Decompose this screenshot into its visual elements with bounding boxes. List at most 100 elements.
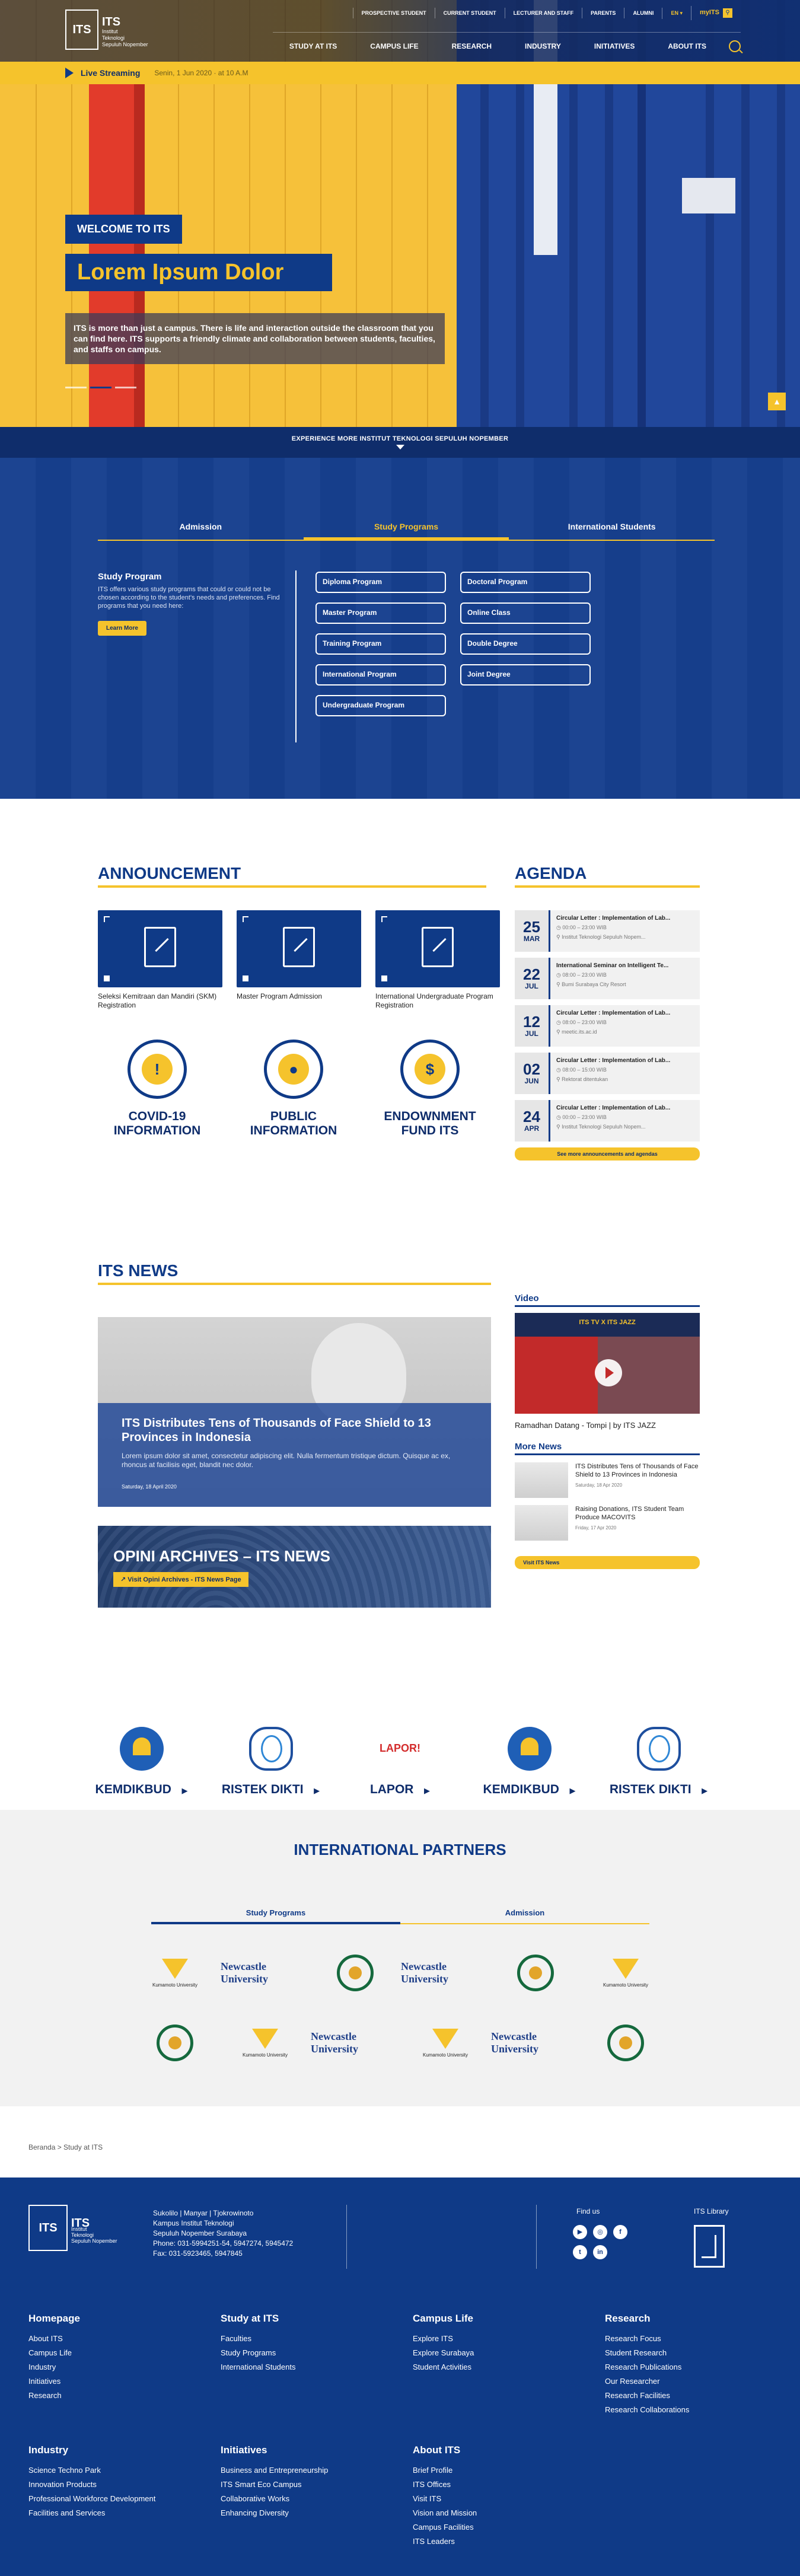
library-icon[interactable] bbox=[694, 2225, 725, 2268]
agenda-item[interactable]: 02 JUN Circular Letter : Implementation o… bbox=[515, 1053, 700, 1094]
footer-link[interactable]: Student Research bbox=[605, 2346, 797, 2360]
search-icon[interactable] bbox=[729, 40, 741, 52]
footer-link[interactable]: International Students bbox=[221, 2360, 413, 2374]
slider-dot[interactable] bbox=[65, 387, 87, 388]
link-ristekdikti[interactable]: RISTEK DIKTI bbox=[215, 1727, 327, 1810]
see-more-agenda-button[interactable]: See more announcements and agendas bbox=[515, 1147, 700, 1161]
kumamoto-logo[interactable]: Kumamoto University bbox=[581, 1952, 670, 1994]
play-icon[interactable] bbox=[595, 1359, 622, 1386]
footer-link[interactable]: Student Activities bbox=[413, 2360, 605, 2374]
agenda-item[interactable]: 12 JUL Circular Letter : Implementation o… bbox=[515, 1005, 700, 1047]
covid-info-link[interactable]: ! COVID-19 INFORMATION bbox=[104, 1040, 211, 1138]
tab-international-students[interactable]: International Students bbox=[509, 517, 715, 540]
footer-link[interactable]: ITS Smart Eco Campus bbox=[221, 2478, 413, 2492]
kumamoto-logo[interactable]: Kumamoto University bbox=[401, 2022, 490, 2064]
tab-admission[interactable]: Admission bbox=[98, 517, 304, 540]
video-player[interactable]: ITS TV X ITS JAZZ bbox=[515, 1313, 700, 1414]
footer-link[interactable]: Initiatives bbox=[28, 2374, 221, 2389]
public-info-link[interactable]: ● PUBLIC INFORMATION bbox=[240, 1040, 347, 1138]
util-link-parents[interactable]: PARENTS bbox=[582, 8, 624, 18]
program-double-degree[interactable]: Double Degree bbox=[460, 633, 591, 655]
more-news-item[interactable]: ITS Distributes Tens of Thousands of Fac… bbox=[515, 1462, 700, 1498]
link-ristekdikti[interactable]: RISTEK DIKTI bbox=[603, 1727, 715, 1810]
footer-link[interactable]: ITS Leaders bbox=[413, 2534, 605, 2549]
myits-link[interactable]: myITS ⚲ bbox=[690, 6, 741, 20]
footer-link[interactable]: Faculties bbox=[221, 2332, 413, 2346]
footer-link[interactable]: Campus Life bbox=[28, 2346, 221, 2360]
kumamoto-logo[interactable]: Kumamoto University bbox=[130, 1952, 219, 1994]
footer-link[interactable]: Explore ITS bbox=[413, 2332, 605, 2346]
breadcrumb[interactable]: Beranda > Study at ITS bbox=[0, 2106, 800, 2151]
nav-research[interactable]: RESEARCH bbox=[435, 39, 508, 54]
footer-link[interactable]: Business and Entrepreneurship bbox=[221, 2463, 413, 2478]
footer-link[interactable]: Science Techno Park bbox=[28, 2463, 221, 2478]
program-undergraduate[interactable]: Undergraduate Program bbox=[315, 695, 446, 716]
opini-visit-button[interactable]: ↗ Visit Opini Archives - ITS News Page bbox=[113, 1572, 248, 1587]
util-link-prospective[interactable]: PROSPECTIVE STUDENT bbox=[352, 8, 435, 18]
program-training[interactable]: Training Program bbox=[315, 633, 446, 655]
newcastle-logo[interactable]: Newcastle University bbox=[401, 1952, 490, 1994]
footer-link[interactable]: Professional Workforce Development bbox=[28, 2492, 221, 2506]
slider-dot[interactable] bbox=[115, 387, 136, 388]
program-doctoral[interactable]: Doctoral Program bbox=[460, 572, 591, 593]
link-kemdikbud[interactable]: KEMDIKBUD bbox=[85, 1727, 198, 1810]
featured-news-card[interactable]: ITS Distributes Tens of Thousands of Fac… bbox=[98, 1317, 491, 1507]
announcement-card[interactable]: International Undergraduate Program Regi… bbox=[375, 910, 500, 1010]
nav-about-its[interactable]: ABOUT ITS bbox=[651, 39, 723, 54]
footer-link[interactable]: Research bbox=[28, 2389, 221, 2403]
program-international[interactable]: International Program bbox=[315, 664, 446, 686]
footer-link[interactable]: Industry bbox=[28, 2360, 221, 2374]
footer-link[interactable]: Innovation Products bbox=[28, 2478, 221, 2492]
zamorano-logo[interactable] bbox=[581, 2022, 670, 2064]
footer-link[interactable]: Brief Profile bbox=[413, 2463, 605, 2478]
nav-initiatives[interactable]: INITIATIVES bbox=[578, 39, 651, 54]
footer-link[interactable]: Research Focus bbox=[605, 2332, 797, 2346]
link-kemdikbud[interactable]: KEMDIKBUD bbox=[473, 1727, 586, 1810]
footer-link[interactable]: Research Facilities bbox=[605, 2389, 797, 2403]
its-logo[interactable]: ITS bbox=[65, 9, 98, 50]
zamorano-logo[interactable] bbox=[311, 1952, 400, 1994]
slider-dot[interactable] bbox=[90, 387, 111, 388]
program-joint-degree[interactable]: Joint Degree bbox=[460, 664, 591, 686]
footer-link[interactable]: Facilities and Services bbox=[28, 2506, 221, 2520]
experience-more-bar[interactable]: EXPERIENCE MORE INSTITUT TEKNOLOGI SEPUL… bbox=[0, 427, 800, 458]
footer-link[interactable]: ITS Offices bbox=[413, 2478, 605, 2492]
announcement-card[interactable]: Seleksi Kemitraan dan Mandiri (SKM) Regi… bbox=[98, 910, 222, 1010]
linkedin-icon[interactable]: in bbox=[593, 2245, 607, 2259]
zamorano-logo[interactable] bbox=[491, 1952, 580, 1994]
announcement-card[interactable]: Master Program Admission bbox=[237, 910, 361, 1010]
util-link-alumni[interactable]: ALUMNI bbox=[624, 8, 662, 18]
zamorano-logo[interactable] bbox=[130, 2022, 219, 2064]
scroll-up-icon[interactable]: ▲ bbox=[768, 393, 786, 410]
newcastle-logo[interactable]: Newcastle University bbox=[311, 2022, 400, 2064]
footer-link[interactable]: Enhancing Diversity bbox=[221, 2506, 413, 2520]
util-link-current[interactable]: CURRENT STUDENT bbox=[434, 8, 505, 18]
link-lapor[interactable]: LAPOR bbox=[344, 1727, 457, 1810]
program-online-class[interactable]: Online Class bbox=[460, 602, 591, 624]
footer-link[interactable]: Campus Facilities bbox=[413, 2520, 605, 2534]
visit-its-news-button[interactable]: Visit ITS News bbox=[515, 1556, 700, 1569]
partners-tab-study-programs[interactable]: Study Programs bbox=[151, 1904, 400, 1924]
footer-logo[interactable]: ITS bbox=[28, 2205, 68, 2251]
newcastle-logo[interactable]: Newcastle University bbox=[491, 2022, 580, 2064]
youtube-icon[interactable]: ▶ bbox=[573, 2225, 587, 2239]
endowment-fund-link[interactable]: $ ENDOWNMENT FUND ITS bbox=[377, 1040, 483, 1138]
footer-link[interactable]: Visit ITS bbox=[413, 2492, 605, 2506]
more-news-item[interactable]: Raising Donations, ITS Student Team Prod… bbox=[515, 1505, 700, 1541]
footer-link[interactable]: Study Programs bbox=[221, 2346, 413, 2360]
agenda-item[interactable]: 22 JUL International Seminar on Intellige… bbox=[515, 958, 700, 999]
nav-campus-life[interactable]: CAMPUS LIFE bbox=[353, 39, 435, 54]
footer-link[interactable]: Research Collaborations bbox=[605, 2403, 797, 2417]
instagram-icon[interactable]: ◎ bbox=[593, 2225, 607, 2239]
partners-tab-admission[interactable]: Admission bbox=[400, 1904, 649, 1923]
newcastle-logo[interactable]: Newcastle University bbox=[221, 1952, 310, 1994]
agenda-item[interactable]: 25 MAR Circular Letter : Implementation o… bbox=[515, 910, 700, 952]
footer-link[interactable]: Collaborative Works bbox=[221, 2492, 413, 2506]
tab-study-programs[interactable]: Study Programs bbox=[303, 517, 509, 540]
nav-industry[interactable]: INDUSTRY bbox=[508, 39, 578, 54]
nav-study-at-its[interactable]: STUDY AT ITS bbox=[273, 39, 353, 54]
twitter-icon[interactable]: t bbox=[573, 2245, 587, 2259]
program-master[interactable]: Master Program bbox=[315, 602, 446, 624]
footer-link[interactable]: About ITS bbox=[28, 2332, 221, 2346]
footer-link[interactable]: Our Researcher bbox=[605, 2374, 797, 2389]
